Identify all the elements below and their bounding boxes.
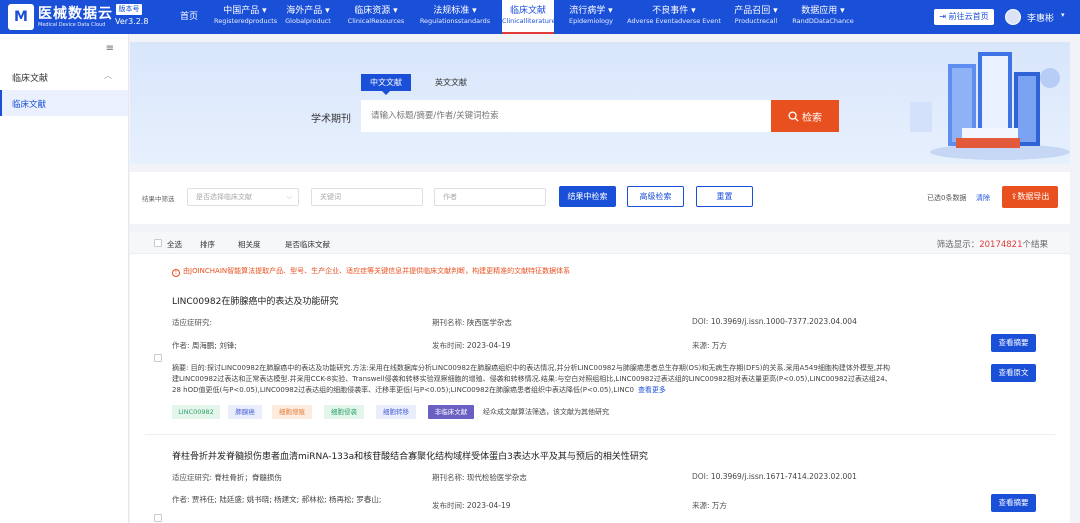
view-abstract-button[interactable]: 查看摘要 xyxy=(991,494,1036,512)
article-title[interactable]: 脊柱骨折并发脊髓损伤患者血清miRNA-133a和核苷酸结合寡聚化结构域样受体蛋… xyxy=(172,449,648,462)
article-checkbox[interactable] xyxy=(154,354,162,362)
clinical-filter-select[interactable]: 是否选择临床文献 ⌵ xyxy=(187,188,299,206)
chevron-up-icon: ︿ xyxy=(104,71,112,80)
search-category-label: 学术期刊 xyxy=(311,114,351,125)
article-date: 发布时间: 2023-04-19 xyxy=(432,501,511,510)
top-navbar: M 医械数据云 Medical Device Data Cloud 版本号 Ve… xyxy=(0,0,1080,34)
select-all-checkbox[interactable] xyxy=(154,239,162,247)
view-fulltext-button[interactable]: 查看原文 xyxy=(991,364,1036,382)
version-tag: 版本号 xyxy=(116,4,142,15)
brand-logo[interactable]: M 医械数据云 Medical Device Data Cloud xyxy=(8,4,113,30)
nav-regulations-standards[interactable]: 法规标准 ▾ Regulationsstandards xyxy=(412,0,498,34)
keyword-tag[interactable]: LINC00982 xyxy=(172,405,220,419)
nav-clinical-resources[interactable]: 临床资源 ▾ ClinicalResources xyxy=(340,0,412,34)
results-panel: 全选 排序 相关度 是否临床文献 筛选显示：20174821个结果 ! 由JOIN… xyxy=(130,232,1070,523)
article-abstract: 摘要: 目的:探讨LINC00982在肺腺癌中的表达及功能研究.方法:采用在线数… xyxy=(172,364,892,394)
nav-product-recall[interactable]: 产品召回 ▾ Productrecall xyxy=(724,0,788,34)
view-more-link[interactable]: 查看更多 xyxy=(638,386,666,394)
search-button[interactable]: 检索 xyxy=(771,100,839,132)
info-icon: ! xyxy=(172,269,180,277)
tab-english-literature[interactable]: 英文文献 xyxy=(426,74,476,91)
advanced-search-button[interactable]: 高级检索 xyxy=(627,186,684,207)
view-abstract-button[interactable]: 查看摘要 xyxy=(991,334,1036,352)
reset-button[interactable]: 重置 xyxy=(696,186,753,207)
classification-note: 经众成文献算法筛选，该文献为其他研究 xyxy=(483,408,609,416)
brand-name: 医械数据云 xyxy=(38,5,113,22)
divider xyxy=(145,434,1055,435)
exit-icon: ⇥ xyxy=(939,12,949,21)
article-doi: DOI: 10.3969/j.issn.1000-7377.2023.04.00… xyxy=(692,317,857,326)
nav-registered-products[interactable]: 中国产品 ▾ Registeredproducts xyxy=(214,0,277,34)
books-illustration-icon xyxy=(910,52,1070,160)
chevron-down-icon: ⌵ xyxy=(286,193,292,201)
version-number: Ver3.2.8 xyxy=(115,17,149,26)
result-count: 筛选显示：20174821个结果 xyxy=(936,240,1048,250)
article-authors: 作者: 周海鹏; 刘锋; xyxy=(172,341,237,350)
nav-home[interactable]: 首页 xyxy=(164,0,214,34)
article-authors: 作者: 贾祎任; 陆廷盛; 姚书晓; 杨建文; 郝林松; 杨再松; 罗春山; xyxy=(172,495,382,504)
article-indication: 适应症研究: 脊柱骨折；脊髓损伤 xyxy=(172,473,282,482)
keyword-tag[interactable]: 细胞侵袭 xyxy=(324,405,364,419)
nav-data-application[interactable]: 数据应用 ▾ RandDDataChance xyxy=(790,0,856,34)
filter-bar: 结果中筛选 是否选择临床文献 ⌵ 关键词 作者 结果中检索 高级检索 重置 已选0… xyxy=(130,172,1070,224)
keyword-input[interactable]: 关键词 xyxy=(311,188,423,206)
sort-label: 排序 xyxy=(200,240,215,249)
filter-label: 结果中筛选 xyxy=(142,195,175,203)
keyword-tag[interactable]: 肺腺癌 xyxy=(228,405,262,419)
article-source: 来源: 万方 xyxy=(692,501,727,510)
article-doi: DOI: 10.3969/j.issn.1671-7414.2023.02.00… xyxy=(692,472,857,481)
article-journal: 期刊名称: 陕西医学杂志 xyxy=(432,318,512,327)
sidebar-item-clinical-literature[interactable]: 临床文献 xyxy=(0,90,128,116)
results-header: 全选 排序 相关度 是否临床文献 筛选显示：20174821个结果 xyxy=(130,232,1070,254)
article-indication: 适应症研究: xyxy=(172,318,213,327)
menu-toggle-icon[interactable]: ≡ xyxy=(106,43,114,54)
keyword-tag[interactable]: 细胞增殖 xyxy=(272,405,312,419)
select-all-label[interactable]: 全选 xyxy=(167,239,182,250)
brand-tagline: Medical Device Data Cloud xyxy=(38,21,106,28)
nav-epidemiology[interactable]: 流行病学 ▾ Epidemiology xyxy=(560,0,622,34)
selected-count: 已选0条数据 xyxy=(927,194,967,202)
sidebar: ≡ 临床文献 ︿ 临床文献 xyxy=(0,34,129,523)
keyword-tag[interactable]: 细胞转移 xyxy=(376,405,416,419)
article-checkbox[interactable] xyxy=(154,514,162,522)
sort-relevance[interactable]: 相关度 xyxy=(238,239,261,250)
author-input[interactable]: 作者 xyxy=(434,188,546,206)
go-home-button[interactable]: ⇥ 前往云首页 xyxy=(934,9,994,25)
tab-chinese-literature[interactable]: 中文文献 xyxy=(361,74,411,95)
chevron-down-icon[interactable]: ▾ xyxy=(1061,11,1065,19)
sort-is-clinical[interactable]: 是否临床文献 xyxy=(285,239,330,250)
non-clinical-badge: 非临床文献 xyxy=(428,405,474,419)
article-journal: 期刊名称: 现代检验医学杂志 xyxy=(432,473,527,482)
clear-link[interactable]: 清除 xyxy=(976,193,990,203)
nav-adverse-event[interactable]: 不良事件 ▾ Adverse Eventadverse Event xyxy=(626,0,722,34)
avatar[interactable] xyxy=(1005,9,1021,25)
article-date: 发布时间: 2023-04-19 xyxy=(432,341,511,350)
user-name[interactable]: 李惠彬 xyxy=(1027,11,1054,24)
nav-global-product[interactable]: 海外产品 ▾ Globalproduct xyxy=(276,0,340,34)
nav-clinical-literature[interactable]: 临床文献 Clinicalliterature xyxy=(502,0,555,34)
logo-mark-icon: M xyxy=(8,4,34,30)
page: M 医械数据云 Medical Device Data Cloud 版本号 Ve… xyxy=(0,0,1080,523)
search-icon xyxy=(788,110,799,122)
article-title[interactable]: LINC00982在肺腺癌中的表达及功能研究 xyxy=(172,294,338,307)
sidebar-group-clinical-literature[interactable]: 临床文献 ︿ xyxy=(0,64,128,90)
search-banner: 中文文献 英文文献 学术期刊 检索 xyxy=(130,42,1070,164)
search-input[interactable] xyxy=(361,100,771,132)
algorithm-notice: ! 由JOINCHAIN智能算法提取产品、型号、生产企业、适应症等关键信息并提供临… xyxy=(172,266,570,277)
search-in-results-button[interactable]: 结果中检索 xyxy=(559,186,616,207)
article-source: 来源: 万方 xyxy=(692,341,727,350)
export-button[interactable]: ⇪数据导出 xyxy=(1002,186,1058,208)
